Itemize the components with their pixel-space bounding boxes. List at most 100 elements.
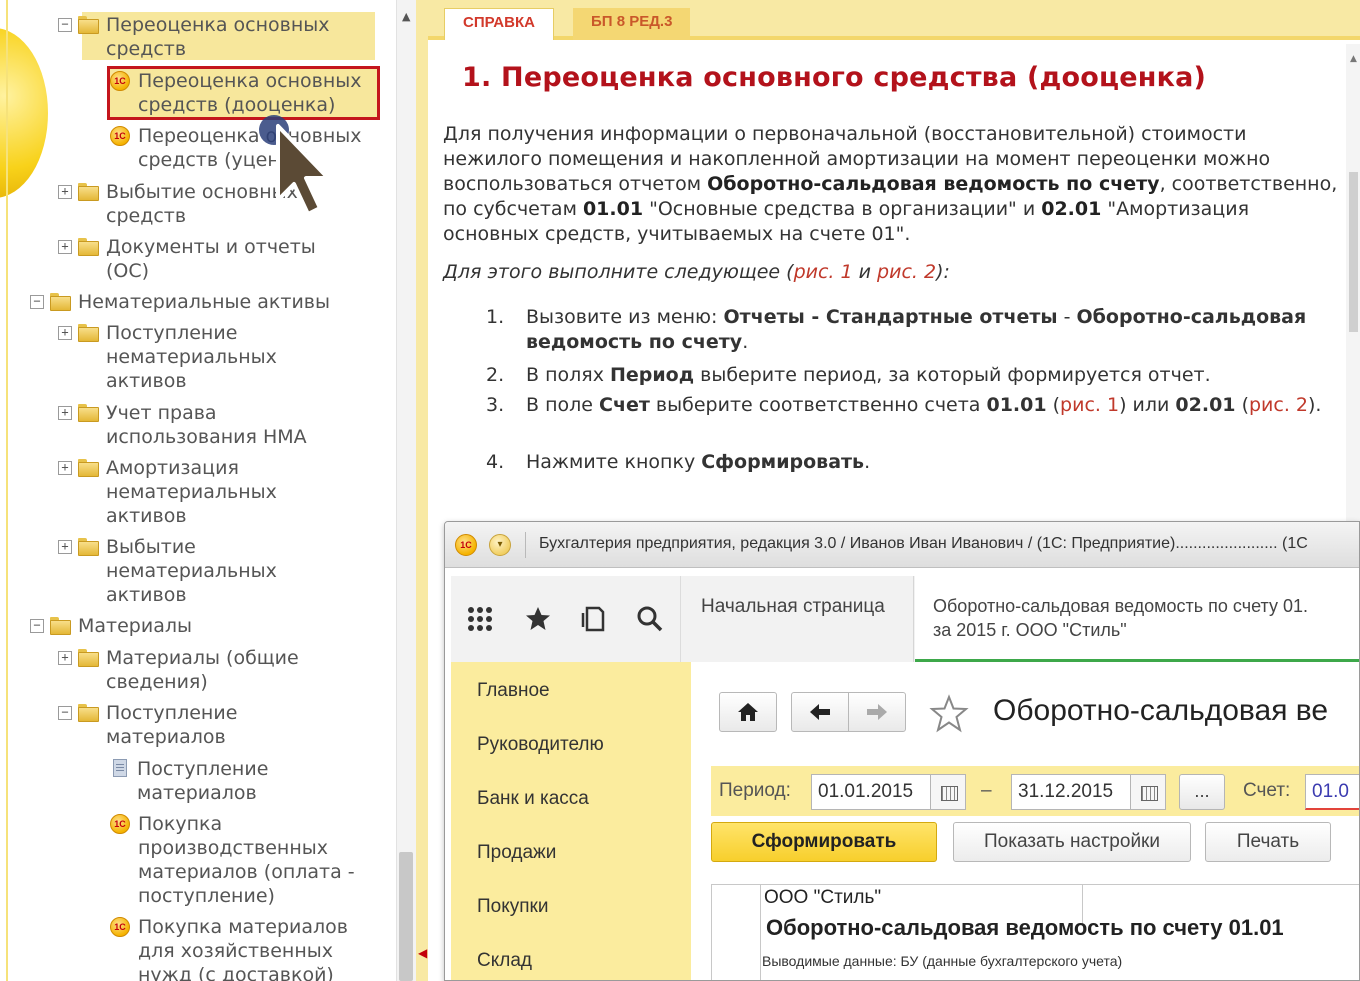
- step-item: 3. В поле Счет выберите соответственно с…: [486, 393, 1336, 445]
- tree-scrollbar[interactable]: ▲: [396, 0, 416, 981]
- field-name: Период: [609, 364, 695, 386]
- date-to-field[interactable]: 31.12.2015: [1011, 774, 1131, 810]
- menu-path: Отчеты - Стандартные отчеты: [723, 306, 1058, 328]
- expand-toggle[interactable]: +: [58, 326, 72, 340]
- account-label: Счет:: [1243, 780, 1291, 801]
- mouse-cursor-icon: [259, 115, 330, 216]
- tree-node-revaluation-increase[interactable]: 1С Переоценка основных средств (дооценка…: [110, 69, 362, 117]
- 1c-article-icon: 1С: [110, 917, 130, 937]
- home-button[interactable]: [719, 692, 777, 732]
- date-from-field[interactable]: 01.01.2015: [811, 774, 931, 810]
- scrollbar-thumb[interactable]: [1349, 172, 1358, 332]
- field-name: Счет: [599, 394, 650, 416]
- expand-toggle[interactable]: +: [58, 540, 72, 554]
- forward-button[interactable]: [848, 692, 906, 732]
- history-icon[interactable]: [579, 604, 609, 634]
- report-spreadsheet: ООО "Стиль" Оборотно-сальдовая ведомость…: [711, 884, 1359, 980]
- collapse-toggle[interactable]: −: [58, 706, 72, 720]
- section-sales[interactable]: Продажи: [477, 842, 556, 864]
- scrollbar-thumb[interactable]: [399, 852, 413, 981]
- panel-splitter[interactable]: [416, 0, 428, 981]
- grid-menu-icon[interactable]: [465, 604, 495, 634]
- arrow-right-icon: [867, 704, 887, 720]
- figure-link[interactable]: рис. 2: [877, 261, 936, 283]
- tree-node-label: Учет права использования НМА: [106, 402, 307, 448]
- collapse-toggle[interactable]: −: [30, 619, 44, 633]
- tree-node-intangible-receipt[interactable]: + Поступление нематериальных активов: [58, 321, 277, 393]
- figure-link[interactable]: рис. 2: [1249, 394, 1308, 416]
- expand-toggle[interactable]: +: [58, 406, 72, 420]
- search-icon[interactable]: [635, 604, 665, 634]
- tree-node-label: Документы и отчеты (ОС): [106, 236, 316, 282]
- 1c-logo-icon: 1С: [455, 534, 477, 556]
- step-text: Вызовите из меню: Отчеты - Стандартные о…: [526, 305, 1341, 355]
- scroll-up-arrow-icon[interactable]: ▲: [1350, 54, 1357, 64]
- step-number: 2.: [486, 364, 505, 386]
- collapse-toggle[interactable]: −: [58, 18, 72, 32]
- show-settings-button[interactable]: Показать настройки: [953, 822, 1191, 862]
- figure-link[interactable]: рис. 1: [794, 261, 853, 283]
- tree-node-revaluation-folder[interactable]: − Переоценка основных средств: [58, 13, 330, 61]
- step-text: Нажмите кнопку Сформировать.: [526, 450, 1341, 475]
- generate-button[interactable]: Сформировать: [711, 822, 937, 862]
- step-item: 2. В полях Период выберите период, за ко…: [486, 363, 1336, 389]
- back-button[interactable]: [791, 692, 849, 732]
- calendar-icon[interactable]: [1130, 774, 1166, 810]
- 1c-article-icon: 1С: [110, 71, 130, 91]
- lead-text: Для этого выполните следующее (: [443, 261, 794, 283]
- tree-node-materials-receipt-folder[interactable]: − Поступление материалов: [58, 701, 237, 749]
- window-title-bar: 1С ▾ Бухгалтерия предприятия, редакция 3…: [445, 522, 1359, 568]
- print-button[interactable]: Печать: [1205, 822, 1331, 862]
- tab-label-line: Оборотно-сальдовая ведомость по счету 01…: [933, 596, 1308, 616]
- period-dash: –: [981, 780, 992, 801]
- tab-turnover-balance-sheet[interactable]: Оборотно-сальдовая ведомость по счету 01…: [915, 576, 1359, 662]
- tree-node-intangible-assets[interactable]: − Нематериальные активы: [30, 290, 330, 314]
- grid-line: [760, 885, 761, 980]
- select-period-button[interactable]: ...: [1179, 774, 1225, 810]
- tree-node-documents-reports[interactable]: + Документы и отчеты (ОС): [58, 235, 316, 283]
- tree-node-intangible-amortization[interactable]: + Амортизация нематериальных активов: [58, 456, 277, 528]
- 1c-article-icon: 1С: [110, 126, 130, 146]
- folder-icon: [78, 183, 99, 201]
- favorites-star-icon[interactable]: [523, 604, 553, 634]
- collapse-arrow-icon[interactable]: ◀: [418, 946, 427, 960]
- section-warehouse[interactable]: Склад: [477, 950, 532, 972]
- expand-toggle[interactable]: +: [58, 185, 72, 199]
- figure-link[interactable]: рис. 1: [1060, 394, 1119, 416]
- step-item: 4. Нажмите кнопку Сформировать.: [486, 450, 1336, 476]
- expand-toggle[interactable]: +: [58, 461, 72, 475]
- intro-text: "Основные средства в организации" и: [643, 198, 1042, 220]
- tree-node-intangible-disposal[interactable]: + Выбытие нематериальных активов: [58, 535, 277, 607]
- tree-node-production-materials[interactable]: 1С Покупка производственных материалов (…: [110, 812, 355, 908]
- step-fragment: выберите соответственно счета: [649, 394, 987, 416]
- expand-toggle[interactable]: +: [58, 240, 72, 254]
- section-main[interactable]: Главное: [477, 680, 550, 702]
- section-manager[interactable]: Руководителю: [477, 734, 604, 756]
- tab-bp8-version[interactable]: БП 8 РЕД.3: [573, 8, 691, 40]
- folder-icon: [78, 238, 99, 256]
- folder-icon: [50, 617, 71, 635]
- tree-node-nma-rights[interactable]: + Учет права использования НМА: [58, 401, 307, 449]
- main-menu-icon[interactable]: ▾: [489, 534, 511, 556]
- step-fragment: -: [1057, 306, 1077, 328]
- tree-node-materials-receipt-doc[interactable]: Поступление материалов: [113, 757, 268, 805]
- sections-panel: Главное Руководителю Банк и касса Продаж…: [451, 662, 691, 980]
- expand-toggle[interactable]: +: [58, 651, 72, 665]
- section-purchases[interactable]: Покупки: [477, 896, 548, 918]
- tree-node-household-materials[interactable]: 1С Покупка материалов для хозяйственных …: [110, 915, 348, 981]
- tab-label: Оборотно-сальдовая ведомость по счету 01…: [933, 594, 1359, 642]
- scroll-up-arrow-icon[interactable]: ▲: [402, 10, 410, 23]
- intro-paragraph: Для получения информации о первоначально…: [443, 122, 1338, 247]
- tab-home-page[interactable]: Начальная страница: [681, 576, 914, 662]
- period-label: Период:: [719, 780, 791, 801]
- section-bank-cash[interactable]: Банк и касса: [477, 788, 589, 810]
- account-field[interactable]: 01.0: [1305, 774, 1359, 810]
- tab-reference[interactable]: СПРАВКА: [444, 8, 554, 40]
- tree-node-materials[interactable]: − Материалы: [30, 614, 192, 638]
- favorite-star-icon[interactable]: [929, 694, 969, 734]
- step-fragment: (: [1235, 394, 1249, 416]
- collapse-toggle[interactable]: −: [30, 295, 44, 309]
- tree-node-materials-general[interactable]: + Материалы (общие сведения): [58, 646, 299, 694]
- calendar-icon[interactable]: [930, 774, 966, 810]
- period-parameters-bar: Период: 01.01.2015 – 31.12.2015 ... Счет…: [711, 766, 1359, 816]
